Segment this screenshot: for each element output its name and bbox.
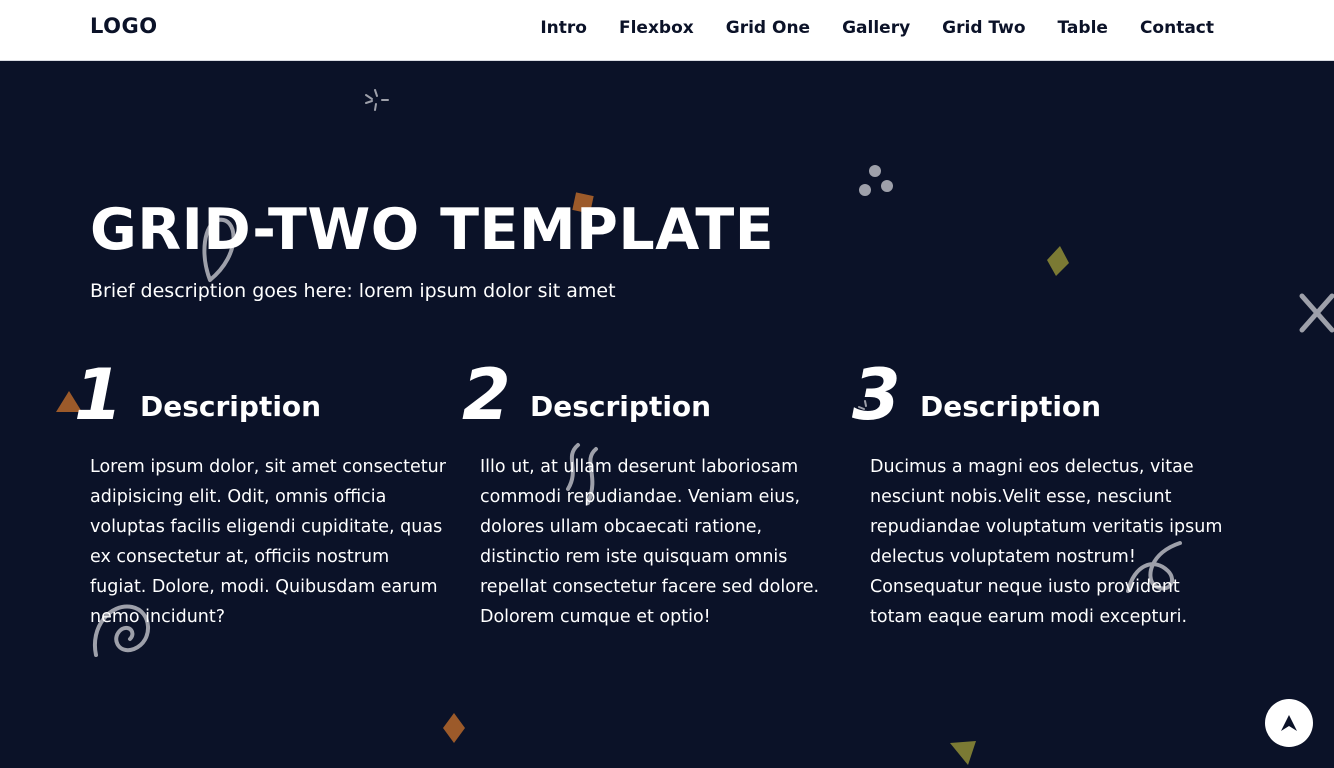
feature-number: 2 xyxy=(462,354,511,436)
nav-link-flexbox[interactable]: Flexbox xyxy=(619,18,694,38)
diamond-decoration xyxy=(1047,246,1069,276)
arrow-up-icon xyxy=(1281,715,1297,731)
page-subtitle: Brief description goes here: lorem ipsum… xyxy=(90,280,616,302)
feature-text: Illo ut, at ullam deserunt laboriosam co… xyxy=(480,457,820,627)
nav-link-intro[interactable]: Intro xyxy=(540,18,587,38)
feature-number: 1 xyxy=(74,354,123,436)
sparkle-decoration xyxy=(365,89,389,111)
cross-decoration xyxy=(1299,293,1334,333)
nav-link-gallery[interactable]: Gallery xyxy=(842,18,910,38)
triangle-bottom-decoration xyxy=(950,741,976,765)
scroll-to-top-button[interactable] xyxy=(1265,699,1313,747)
feature-title: Description xyxy=(920,390,1102,423)
nav-link-grid-two[interactable]: Grid Two xyxy=(942,18,1025,38)
feature-text: Lorem ipsum dolor, sit amet consectetur … xyxy=(90,457,446,627)
page-title: GRID-TWO TEMPLATE xyxy=(90,197,775,263)
nav-links: Intro Flexbox Grid One Gallery Grid Two … xyxy=(540,18,1214,38)
nav-link-table[interactable]: Table xyxy=(1058,18,1108,38)
hero-section: GRID-TWO TEMPLATE Brief description goes… xyxy=(0,61,1334,768)
logo[interactable]: LOGO xyxy=(90,14,158,38)
feature-text: Ducimus a magni eos delectus, vitae nesc… xyxy=(870,457,1223,627)
feature-number: 3 xyxy=(852,354,901,436)
nav-link-contact[interactable]: Contact xyxy=(1140,18,1214,38)
feature-title: Description xyxy=(530,390,712,423)
navbar: LOGO Intro Flexbox Grid One Gallery Grid… xyxy=(0,0,1334,61)
feature-title: Description xyxy=(140,390,322,423)
nav-link-grid-one[interactable]: Grid One xyxy=(726,18,810,38)
dots-decoration xyxy=(859,165,893,196)
diamond-bottom-decoration xyxy=(443,713,465,743)
